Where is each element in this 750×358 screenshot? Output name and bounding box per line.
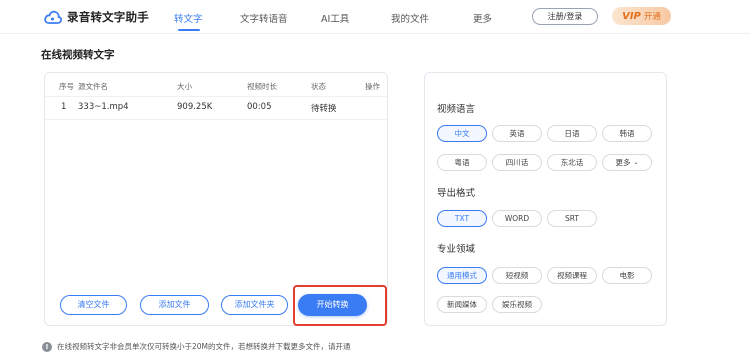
row-status: 待转换	[311, 104, 337, 114]
row-duration: 00:05	[247, 102, 272, 112]
add-folder-button[interactable]: 添加文件夹	[221, 295, 288, 315]
table-row-divider	[45, 119, 387, 120]
language-option-sichuanese[interactable]: 四川话	[492, 154, 542, 171]
row-size: 909.25K	[177, 102, 213, 112]
format-option-srt[interactable]: SRT	[547, 210, 597, 227]
domain-option-video-course[interactable]: 视频课程	[547, 267, 597, 284]
language-option-chinese[interactable]: 中文	[437, 125, 487, 142]
info-icon: !	[42, 341, 52, 352]
chevron-down-icon: ⌄	[633, 159, 639, 166]
vip-button[interactable]: VIP 开通	[612, 7, 671, 25]
format-option-txt[interactable]: TXT	[437, 210, 487, 227]
login-button[interactable]: 注册/登录	[532, 8, 598, 25]
vip-badge: VIP	[622, 10, 641, 22]
language-option-japanese[interactable]: 日语	[547, 125, 597, 142]
table-header-divider	[45, 96, 387, 97]
column-header-duration: 视频时长	[247, 82, 277, 91]
column-header-index: 序号	[59, 82, 74, 91]
domain-option-entertainment[interactable]: 娱乐视频	[492, 296, 542, 313]
app-name: 录音转文字助手	[67, 10, 149, 24]
column-header-filename: 源文件名	[78, 82, 108, 91]
file-list-panel: 序号 源文件名 大小 视频时长 状态 操作 1 333~1.mp4 909.25…	[44, 72, 388, 326]
member-limit-notice: ! 在线视频转文字非会员单次仅可转换小于20M的文件，若想转换并下载更多文件，请…	[42, 341, 351, 352]
language-option-korean[interactable]: 韩语	[602, 125, 652, 142]
nav-item-my-files[interactable]: 我的文件	[391, 11, 429, 25]
app-logo[interactable]: 录音转文字助手	[44, 9, 149, 25]
clear-files-button[interactable]: 清空文件	[60, 295, 127, 315]
column-header-actions: 操作	[365, 82, 380, 91]
top-header: 录音转文字助手 转文字 文字转语音 AI工具 我的文件 更多 注册/登录 VIP…	[0, 0, 750, 34]
vip-open-label: 开通	[643, 12, 661, 22]
options-panel: 视频语言 中文 英语 日语 韩语 粤语 四川话 东北话 更多 ⌄ 导出格式 TXT…	[424, 72, 667, 326]
column-header-status: 状态	[311, 82, 326, 91]
notice-text: 在线视频转文字非会员单次仅可转换小于20M的文件，若想转换并下载更多文件，请开通	[57, 342, 351, 351]
format-section-title: 导出格式	[437, 188, 476, 199]
language-option-cantonese[interactable]: 粤语	[437, 154, 487, 171]
format-option-word[interactable]: WORD	[492, 210, 542, 227]
domain-option-news-media[interactable]: 新闻媒体	[437, 296, 487, 313]
domain-option-movie[interactable]: 电影	[602, 267, 652, 284]
nav-active-indicator	[178, 29, 200, 31]
row-index: 1	[61, 102, 67, 112]
language-option-english[interactable]: 英语	[492, 125, 542, 142]
language-more-label: 更多	[615, 158, 631, 167]
nav-item-ai-tools[interactable]: AI工具	[321, 11, 349, 25]
domain-option-general[interactable]: 通用模式	[437, 267, 487, 284]
page-title: 在线视频转文字	[41, 49, 115, 61]
language-option-northeastern[interactable]: 东北话	[547, 154, 597, 171]
language-more-dropdown[interactable]: 更多 ⌄	[602, 154, 652, 171]
column-header-size: 大小	[177, 82, 192, 91]
row-filename: 333~1.mp4	[78, 102, 129, 112]
nav-item-speech-to-text[interactable]: 转文字	[174, 11, 203, 25]
language-section-title: 视频语言	[437, 104, 476, 115]
domain-option-short-video[interactable]: 短视频	[492, 267, 542, 284]
domain-section-title: 专业领域	[437, 244, 476, 255]
cloud-logo-icon	[44, 10, 62, 24]
add-file-button[interactable]: 添加文件	[140, 295, 209, 315]
nav-item-text-to-speech[interactable]: 文字转语音	[240, 11, 288, 25]
start-convert-button[interactable]: 开始转换	[298, 294, 367, 316]
nav-item-more[interactable]: 更多	[473, 11, 492, 25]
